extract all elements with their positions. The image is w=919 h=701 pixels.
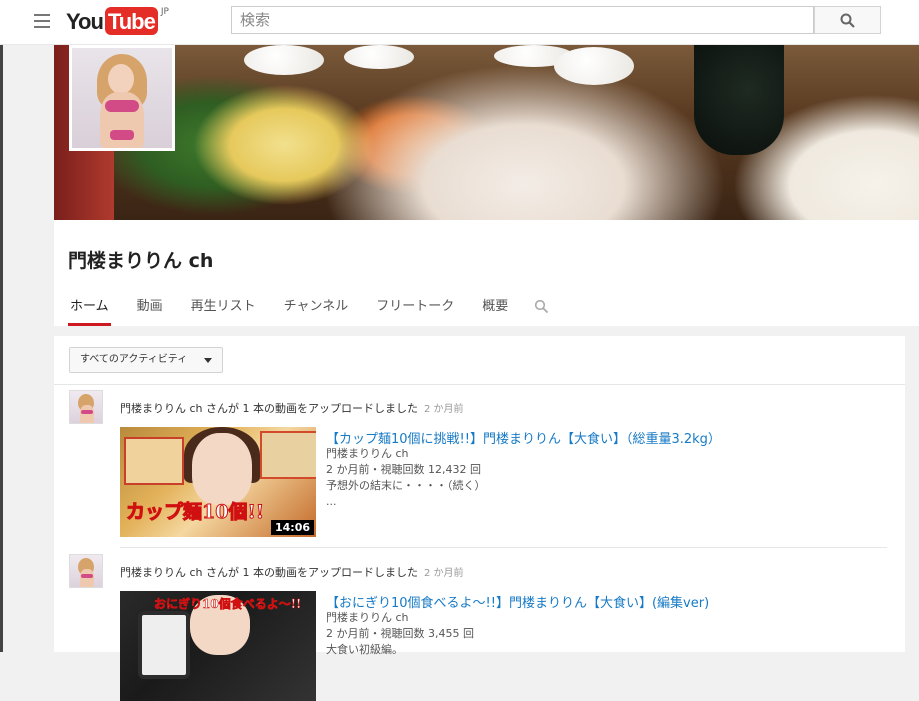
video-thumbnail[interactable]: おにぎり10個食べるよ〜!! (120, 591, 316, 701)
tab-channels[interactable]: チャンネル (282, 298, 351, 326)
video-description: 大食い初級編。 (326, 643, 403, 656)
search-button[interactable] (814, 6, 881, 34)
tab-playlists[interactable]: 再生リスト (189, 298, 258, 326)
channel-search-icon[interactable] (534, 299, 549, 314)
left-edge (0, 45, 3, 652)
channel-tabs: ホーム 動画 再生リスト チャンネル フリートーク 概要 (68, 298, 549, 326)
channel-title[interactable]: 門楼まりりん ch (68, 246, 213, 273)
logo-region: JP (160, 7, 169, 17)
tab-home[interactable]: ホーム (68, 298, 111, 326)
divider (54, 384, 905, 385)
thumbnail-caption: カップ麺10個!! (125, 501, 265, 524)
video-description: 予想外の結末に・・・・（続く） (326, 479, 486, 492)
search-input[interactable] (231, 6, 814, 34)
logo-tube-text: Tube (104, 7, 158, 35)
activity-text: 門楼まりりん ch さんが 1 本の動画をアップロードしました 2 か月前 (120, 400, 464, 416)
search-icon (840, 13, 855, 28)
video-stats: 2 か月前・視聴回数 3,455 回 (326, 627, 474, 640)
tab-videos[interactable]: 動画 (135, 298, 165, 326)
channel-header: 門楼まりりん ch ホーム 動画 再生リスト チャンネル フリートーク 概要 (54, 45, 919, 326)
chevron-down-icon (204, 358, 212, 363)
video-thumbnail[interactable]: カップ麺10個!! 14:06 (120, 427, 316, 537)
video-channel-name[interactable]: 門楼まりりん ch (326, 446, 409, 462)
thumbnail-caption: おにぎり10個食べるよ〜!! (154, 597, 302, 612)
logo-you-text: You (66, 9, 104, 34)
activity-text: 門楼まりりん ch さんが 1 本の動画をアップロードしました 2 か月前 (120, 564, 464, 580)
channel-banner (54, 45, 919, 220)
video-description-more: ... (326, 495, 337, 508)
activity-filter-label: すべてのアクティビティ (80, 354, 188, 365)
tab-about[interactable]: 概要 (480, 298, 510, 326)
avatar[interactable] (69, 554, 103, 588)
youtube-logo[interactable]: You Tube JP (66, 7, 169, 35)
channel-avatar[interactable] (69, 45, 175, 151)
activity-description: 門楼まりりん ch さんが 1 本の動画をアップロードしました (120, 402, 419, 415)
video-title-link[interactable]: 【カップ麺10個に挑戦!!】門楼まりりん【大食い】（総重量3.2kg） (326, 428, 721, 447)
avatar[interactable] (69, 390, 103, 424)
video-channel-name[interactable]: 門楼まりりん ch (326, 610, 409, 626)
activity-feed: すべてのアクティビティ 門楼まりりん ch さんが 1 本の動画をアップロードし… (54, 336, 905, 701)
activity-time: 2 か月前 (424, 404, 464, 415)
video-duration: 14:06 (270, 520, 314, 535)
video-title-link[interactable]: 【おにぎり10個食べるよ〜!!】門楼まりりん【大食い】(編集ver) (326, 592, 709, 611)
hamburger-menu-icon[interactable] (34, 14, 50, 28)
tab-discussion[interactable]: フリートーク (374, 298, 456, 326)
video-stats: 2 か月前・視聴回数 12,432 回 (326, 463, 481, 476)
masthead: You Tube JP (0, 0, 919, 45)
activity-filter-dropdown[interactable]: すべてのアクティビティ (69, 347, 223, 373)
activity-description: 門楼まりりん ch さんが 1 本の動画をアップロードしました (120, 566, 419, 579)
activity-time: 2 か月前 (424, 568, 464, 579)
divider (120, 547, 887, 548)
